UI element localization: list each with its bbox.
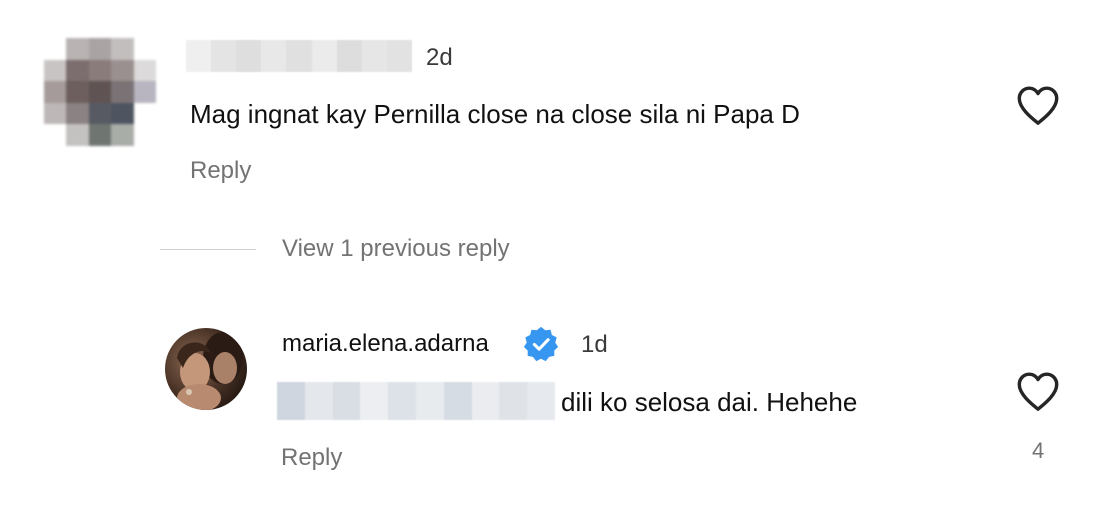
view-previous-replies-button[interactable]: View 1 previous reply [160, 232, 510, 266]
mention-blurred[interactable] [277, 382, 555, 420]
comment-text: Mag ingnat kay Pernilla close na close s… [190, 99, 800, 129]
avatar[interactable] [165, 328, 247, 410]
reply-button[interactable]: Reply [281, 444, 342, 472]
heart-outline-icon[interactable] [1015, 84, 1061, 131]
view-replies-label: View 1 previous reply [282, 235, 510, 262]
reply-username[interactable]: maria.elena.adarna [282, 330, 489, 358]
avatar[interactable] [44, 38, 156, 146]
heart-outline-icon[interactable] [1015, 370, 1061, 417]
username-blurred[interactable] [186, 40, 412, 72]
reply-text: dili ko selosa dai. Hehehe [561, 387, 858, 417]
verified-badge-icon [522, 325, 560, 368]
reply-time: 1d [581, 331, 608, 358]
divider-line [160, 248, 256, 250]
comment-time: 2d [426, 44, 453, 71]
reply-button[interactable]: Reply [190, 157, 251, 185]
like-count: 4 [1032, 438, 1045, 463]
